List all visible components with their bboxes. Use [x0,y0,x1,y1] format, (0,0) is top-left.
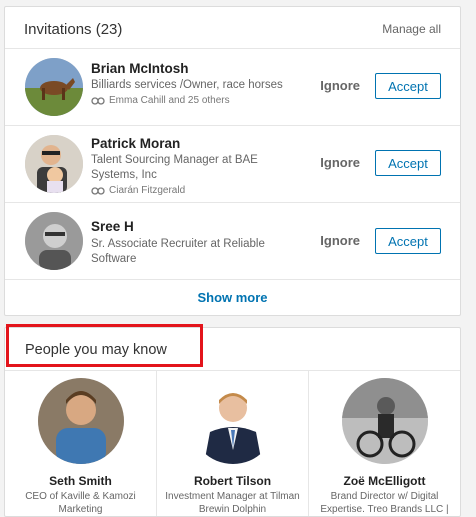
highlight-box [6,324,203,367]
shared-connections-text: Ciarán Fitzgerald [109,185,186,196]
invitation-row: Patrick Moran Talent Sourcing Manager at… [5,126,460,203]
invitation-name[interactable]: Patrick Moran [91,136,180,151]
show-more-link[interactable]: Show more [5,290,460,305]
ignore-button[interactable]: Ignore [320,233,360,248]
accept-button[interactable]: Accept [375,150,441,176]
pymk-headline: Investment Manager at Tilman Brewin Dolp… [165,491,300,515]
invitation-name[interactable]: Sree H [91,219,134,234]
shared-connections: Ciarán Fitzgerald [91,185,185,196]
pymk-grid: Seth Smith CEO of Kaville & Kamozi Marke… [5,370,460,516]
shared-connections-text: Emma Cahill and 25 others [109,95,230,106]
pymk-person-card[interactable]: Seth Smith CEO of Kaville & Kamozi Marke… [5,370,157,516]
person-photo-icon [25,212,83,270]
shared-connections-icon [91,96,105,105]
horse-photo-icon [25,58,83,116]
avatar[interactable] [37,378,124,464]
pymk-person-card[interactable]: Zoë McElligott Brand Director w/ Digital… [309,370,460,516]
invitation-row: Sree H Sr. Associate Recruiter at Reliab… [5,203,460,280]
accept-button[interactable]: Accept [375,228,441,254]
invitations-title: Invitations (23) [24,21,123,38]
invitations-header: Invitations (23) Manage all [5,7,460,49]
invitation-name[interactable]: Brian McIntosh [91,61,189,76]
person-photo-icon [37,378,124,464]
pymk-person-card[interactable]: Robert Tilson Investment Manager at Tilm… [157,370,309,516]
avatar[interactable] [25,58,83,116]
pymk-name[interactable]: Robert Tilson [157,474,308,488]
ignore-button[interactable]: Ignore [320,155,360,170]
accept-button[interactable]: Accept [375,73,441,99]
invitation-row: Brian McIntosh Billiards services /Owner… [5,49,460,126]
shared-connections-icon [91,186,105,195]
avatar[interactable] [25,212,83,270]
avatar[interactable] [25,135,83,193]
invitation-headline: Billiards services /Owner, race horses [91,79,283,91]
manage-all-link[interactable]: Manage all [382,22,441,36]
invitation-headline: Sr. Associate Recruiter at Reliable Soft… [91,238,265,265]
invitation-headline: Talent Sourcing Manager at BAE Systems, … [91,154,258,181]
pymk-headline: CEO of Kaville & Kamozi Marketing [25,491,136,515]
avatar[interactable] [189,378,276,464]
person-photo-icon [189,378,276,464]
pymk-name[interactable]: Zoë McElligott [309,474,460,488]
pymk-headline: Brand Director w/ Digital Expertise. Tre… [320,491,449,515]
shared-connections: Emma Cahill and 25 others [91,95,230,106]
pymk-name[interactable]: Seth Smith [5,474,156,488]
invitations-card: Invitations (23) Manage all Brian McInto… [4,6,461,316]
ignore-button[interactable]: Ignore [320,78,360,93]
person-photo-icon [25,135,83,193]
avatar[interactable] [341,378,428,464]
person-photo-icon [341,378,428,464]
people-you-may-know-card: People you may know Seth Smith CEO of Ka… [4,324,461,517]
